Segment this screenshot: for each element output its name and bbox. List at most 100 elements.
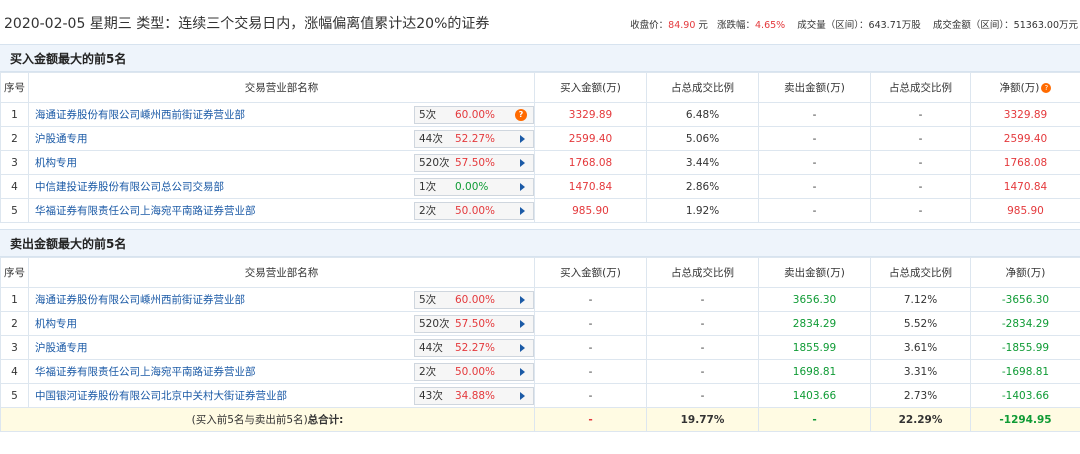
row-buy-ratio: 3.44% [646, 150, 759, 175]
broker-name-link[interactable]: 中信建投证券股份有限公司总公司交易部 [35, 179, 224, 194]
col-buy[interactable]: 买入金额(万) [534, 257, 647, 288]
win-rate: 0.00% [455, 180, 489, 193]
col-net[interactable]: 净额(万)? [970, 72, 1080, 103]
total-label-bold: 总合计: [307, 414, 344, 426]
broker-stats-button[interactable]: 44次 52.27% [414, 129, 534, 148]
row-net: -1698.81 [970, 359, 1080, 384]
row-sell-ratio: - [870, 150, 971, 175]
row-seq: 2 [0, 126, 29, 151]
row-sell: 1698.81 [758, 359, 871, 384]
sell-section-title: 卖出金额最大的前5名 [0, 229, 1080, 257]
row-seq: 3 [0, 150, 29, 175]
sell-table: 序号 交易营业部名称 买入金额(万) 占总成交比例 卖出金额(万) 占总成交比例… [0, 257, 1080, 432]
row-sell: 3656.30 [758, 287, 871, 312]
row-buy-ratio: - [646, 335, 759, 360]
row-buy: - [534, 311, 647, 336]
row-sell: - [758, 198, 871, 223]
row-sell: - [758, 126, 871, 151]
col-sell[interactable]: 卖出金额(万) [758, 72, 871, 103]
row-net: 2599.40 [970, 126, 1080, 151]
page-headline: 2020-02-05 星期三 类型：连续三个交易日内，涨幅偏离值累计达20%的证… [4, 16, 490, 32]
arrow-right-icon[interactable] [520, 158, 525, 167]
row-sell-ratio: - [870, 174, 971, 199]
col-net-label: 净额(万) [999, 82, 1040, 94]
row-name-cell: 机构专用 520次 57.50% [28, 311, 535, 336]
row-name-cell: 海通证券股份有限公司嵊州西前街证券营业部 5次 60.00% [28, 287, 535, 312]
row-sell-ratio: - [870, 102, 971, 127]
broker-stats-button[interactable]: 44次 52.27% [414, 338, 534, 357]
total-sell: - [758, 407, 871, 432]
broker-stats-button[interactable]: 1次 0.00% [414, 177, 534, 196]
broker-name-link[interactable]: 华福证券有限责任公司上海宛平南路证券营业部 [35, 203, 256, 218]
row-net: 985.90 [970, 198, 1080, 223]
broker-stats-button[interactable]: 5次 60.00% [414, 290, 534, 309]
table-row: 2 机构专用 520次 57.50% - -2834.29 5.52% -2834.29 [0, 311, 1080, 336]
broker-name-link[interactable]: 机构专用 [35, 316, 77, 331]
arrow-right-icon[interactable] [520, 206, 525, 215]
broker-stats-button[interactable]: 2次 50.00% [414, 362, 534, 381]
row-name-cell: 华福证券有限责任公司上海宛平南路证券营业部 2次 50.00% [28, 359, 535, 384]
broker-name-link[interactable]: 中国银河证券股份有限公司北京中关村大街证券营业部 [35, 388, 287, 403]
row-buy: - [534, 383, 647, 408]
trade-count: 1次 [419, 180, 437, 193]
table-row: 5 中国银河证券股份有限公司北京中关村大街证券营业部 43次 34.88% - -1403… [0, 383, 1080, 408]
row-seq: 4 [0, 174, 29, 199]
arrow-right-icon[interactable] [520, 367, 525, 376]
buy-table: 序号 交易营业部名称 买入金额(万) 占总成交比例 卖出金额(万) 占总成交比例… [0, 72, 1080, 223]
win-rate: 50.00% [455, 365, 496, 378]
trade-count: 44次 [419, 341, 443, 354]
arrow-right-icon[interactable] [520, 134, 525, 143]
broker-name-link[interactable]: 海通证券股份有限公司嵊州西前街证券营业部 [35, 292, 245, 307]
change-label: 涨跌幅： [716, 20, 755, 31]
row-sell: - [758, 150, 871, 175]
row-seq: 2 [0, 311, 29, 336]
arrow-right-icon[interactable] [520, 182, 525, 191]
table-row: 4 中信建投证券股份有限公司总公司交易部 1次 0.00% 1470.84 2.86% - -… [0, 174, 1080, 199]
broker-stats-button[interactable]: 520次 57.50% [414, 153, 534, 172]
broker-name-link[interactable]: 沪股通专用 [35, 340, 88, 355]
col-sell[interactable]: 卖出金额(万) [758, 257, 871, 288]
total-label-prefix: (买入前5名与卖出前5名) [191, 414, 308, 426]
broker-stats-button[interactable]: 2次 50.00% [414, 201, 534, 220]
broker-name-link[interactable]: 华福证券有限责任公司上海宛平南路证券营业部 [35, 364, 256, 379]
row-buy: - [534, 335, 647, 360]
row-net: 1768.08 [970, 150, 1080, 175]
broker-stats-button[interactable]: 43次 34.88% [414, 386, 534, 405]
row-net: 1470.84 [970, 174, 1080, 199]
sell-table-header: 序号 交易营业部名称 买入金额(万) 占总成交比例 卖出金额(万) 占总成交比例… [0, 257, 1080, 288]
col-seq: 序号 [0, 72, 29, 103]
row-net: -3656.30 [970, 287, 1080, 312]
row-name-cell: 华福证券有限责任公司上海宛平南路证券营业部 2次 50.00% [28, 198, 535, 223]
arrow-right-icon[interactable] [520, 343, 525, 352]
row-sell-ratio: - [870, 126, 971, 151]
win-rate: 52.27% [455, 132, 496, 145]
arrow-right-icon[interactable] [520, 319, 525, 328]
col-buy-ratio: 占总成交比例 [646, 72, 759, 103]
row-name-cell: 中国银河证券股份有限公司北京中关村大街证券营业部 43次 34.88% [28, 383, 535, 408]
total-sell-ratio: 22.29% [870, 407, 971, 432]
close-label: 收盘价： [630, 20, 669, 31]
broker-name-link[interactable]: 机构专用 [35, 155, 77, 170]
row-net: -2834.29 [970, 311, 1080, 336]
help-icon[interactable]: ? [1041, 83, 1052, 93]
hot-icon[interactable]: ? [515, 108, 527, 121]
broker-name-link[interactable]: 沪股通专用 [35, 131, 88, 146]
broker-stats-button[interactable]: 520次 57.50% [414, 314, 534, 333]
row-sell-ratio: 3.31% [870, 359, 971, 384]
arrow-right-icon[interactable] [520, 391, 525, 400]
trade-count: 5次 [419, 293, 437, 306]
broker-stats-button[interactable]: 5次 60.00%? [414, 105, 534, 124]
col-net[interactable]: 净额(万) [970, 257, 1080, 288]
amount-value: 51363.00万元 [1013, 20, 1078, 31]
broker-name-link[interactable]: 海通证券股份有限公司嵊州西前街证券营业部 [35, 107, 245, 122]
row-seq: 1 [0, 102, 29, 127]
row-name-cell: 机构专用 520次 57.50% [28, 150, 535, 175]
row-seq: 5 [0, 383, 29, 408]
arrow-right-icon[interactable] [520, 295, 525, 304]
change-value: 4.65% [755, 20, 786, 31]
row-buy: 2599.40 [534, 126, 647, 151]
row-buy-ratio: - [646, 383, 759, 408]
col-buy[interactable]: 买入金额(万) [534, 72, 647, 103]
row-seq: 4 [0, 359, 29, 384]
row-sell: - [758, 102, 871, 127]
